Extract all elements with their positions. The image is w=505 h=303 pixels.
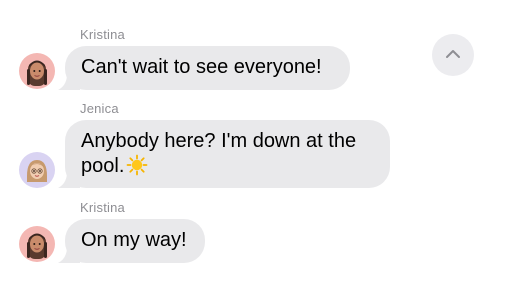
- message-text-line-1: Anybody here? I'm down at the: [81, 130, 357, 152]
- sun-emoji-icon: [126, 154, 148, 183]
- kristina-avatar[interactable]: [19, 53, 55, 89]
- kristina-avatar[interactable]: [19, 226, 55, 262]
- message-bubble[interactable]: Anybody here? I'm down at the pool.: [58, 120, 390, 188]
- scroll-up-button[interactable]: [432, 34, 474, 76]
- message-bubble[interactable]: Can't wait to see everyone!: [58, 46, 350, 90]
- chevron-up-icon: [445, 46, 461, 64]
- message-bubble[interactable]: On my way!: [58, 219, 205, 263]
- jenica-avatar[interactable]: [19, 152, 55, 188]
- sender-name-jenica: Jenica: [80, 101, 119, 116]
- message-text-line-2: pool.: [81, 155, 125, 177]
- message-text: Can't wait to see everyone!: [81, 56, 322, 78]
- message-text: On my way!: [81, 229, 187, 251]
- sender-name-kristina: Kristina: [80, 200, 125, 215]
- sender-name-kristina: Kristina: [80, 27, 125, 42]
